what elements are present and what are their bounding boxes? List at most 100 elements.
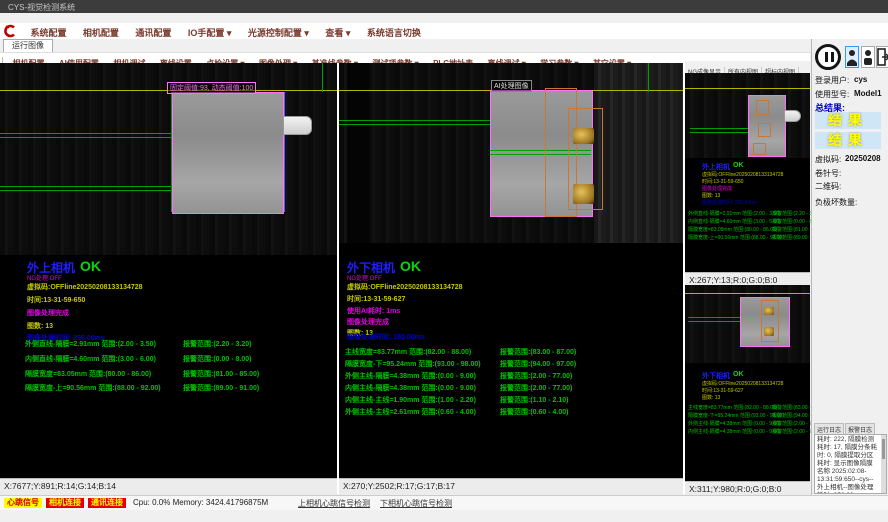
log-scrollbar[interactable]	[881, 435, 886, 493]
mini-measure-row: 隔膜宽度-上=90.56mm 范围:(88.00 - 92.00)	[688, 235, 784, 241]
measurement-row: 内侧主线-隔膜=4.38mm 范围:(0.00 - 9.00)	[345, 383, 476, 393]
measurement-alarm: 报警范围:(2.00 - 77.00)	[500, 383, 572, 393]
measurement-alarm: 报警范围:(2.00 - 77.00)	[500, 371, 572, 381]
mini-measure-row: 内侧直线-隔膜=4.60mm 范围:(3.00 - 6.00)	[688, 219, 781, 225]
measurement-row: 外侧主线-主线=2.61mm 范围:(0.60 - 4.00)	[345, 407, 476, 417]
detected-feature-blob	[573, 128, 594, 144]
middle-time: 时间:13-31-59-627	[347, 294, 405, 304]
mini-top-time: 时间:13-31-59-650	[702, 179, 743, 185]
mini-bottom-title: 外下相机	[702, 371, 730, 381]
result-badge-top: 结果	[815, 112, 881, 129]
login-user-value[interactable]: cys	[854, 75, 867, 84]
ai-detect-box	[756, 100, 769, 115]
mini-bottom-status: OK	[733, 371, 744, 378]
middle-camera-panel[interactable]: AI处理图像 外下相机 OK NG处理:OFF 虚拟码:OFFline20250…	[339, 63, 683, 478]
exit-button[interactable]	[876, 46, 888, 68]
login-user-label: 登录用户:	[815, 75, 849, 86]
status-bar: 心跳信号 相机连接 通讯连接 Cpu: 0.0% Memory: 3424.41…	[0, 495, 888, 510]
measurement-row: 外侧直线-隔膜=2.91mm 范围:(2.00 - 3.50)	[25, 339, 156, 349]
detected-feature-blob	[573, 184, 594, 204]
user-gear-icon	[862, 47, 874, 67]
comm-link-badge: 通讯连接	[88, 498, 126, 508]
mini-top-panel[interactable]: 外上相机 OK 虚拟码:OFFline20250208133134728 时间:…	[685, 73, 810, 272]
scroll-thumb[interactable]	[882, 439, 885, 459]
left-camera-image[interactable]: 固定阈值:93, 动态阈值:100	[0, 63, 337, 255]
mini-measure-row: 主线宽度=83.77mm 范围:(82.00 - 88.00)	[688, 405, 777, 411]
mini-bottom-time: 时间:13-31-59-627	[702, 388, 743, 394]
cpu-memory-text: Cpu: 0.0% Memory: 3424.41796875M	[133, 498, 268, 507]
measurement-alarm: 报警范围:(1.10 - 2.10)	[500, 395, 568, 405]
upper-camera-heartbeat-link[interactable]: 上相机心跳信号检测	[298, 498, 370, 509]
overlay-baseline-yellow	[685, 293, 810, 294]
title-bar: CYS-视觉检测系统	[0, 0, 888, 13]
left-frame-count: 图数: 13	[27, 321, 53, 331]
mini-bottom-barcode: 虚拟码:OFFline20250208133134728	[702, 381, 783, 387]
measurement-row: 隔膜宽度-上=90.56mm 范围:(88.00 - 92.00)	[25, 383, 161, 393]
ai-image-label: AI处理图像	[491, 80, 532, 92]
mini-top-status: OK	[733, 162, 744, 169]
left-pixel-coords: X:7677;Y:891;R:14;G:14;B:14	[4, 481, 116, 491]
middle-ai-line: 使用AI耗时: 1ms	[347, 306, 400, 316]
mini-top-title: 外上相机	[702, 162, 730, 172]
login-user-button[interactable]	[845, 46, 859, 68]
app-logo-icon	[3, 24, 17, 38]
mini-bottom-pixel-coords: X:311;Y:980;R:0;G:0;B:0	[689, 484, 781, 494]
log-box[interactable]: 耗时: 222, 隔膜检测耗时: 17, 隔膜分条耗时: 0, 隔膜提取分区耗时…	[814, 434, 887, 494]
ai-detect-box	[758, 123, 771, 137]
tab-connector-shape	[784, 110, 801, 122]
middle-barcode: 虚拟码:OFFline20250208133134728	[347, 282, 463, 292]
tab-connector-shape	[283, 116, 312, 135]
measurement-alarm: 报警范围:(94.00 - 97.00)	[500, 359, 576, 369]
log-text: 耗时: 222, 隔膜检测耗时: 17, 隔膜分条耗时: 0, 隔膜提取分区耗时…	[817, 436, 879, 494]
middle-ng-line: NG处理:OFF	[347, 273, 382, 282]
mini-bottom-coordinate-bar: X:311;Y:980;R:0;G:0;B:0	[685, 481, 810, 495]
mini-bottom-image[interactable]	[685, 285, 810, 363]
mini-measure-row: 内侧主线-隔膜=4.38mm 范围:(0.00 - 9.00)	[688, 429, 781, 435]
mini-top-process-done: 图像处理完成	[702, 186, 732, 192]
pause-button[interactable]	[815, 44, 841, 70]
middle-camera-image[interactable]: AI处理图像	[339, 63, 683, 243]
tab-run-image[interactable]: 运行图像	[3, 39, 53, 52]
pause-icon	[831, 52, 834, 62]
mini-measure-row: 外侧主线-隔膜=4.38mm 范围:(0.00 - 9.00)	[688, 421, 781, 427]
mini-top-coordinate-bar: X:267;Y:13;R:0;G:0;B:0	[685, 272, 810, 286]
window-title: CYS-视觉检测系统	[8, 2, 75, 13]
mini-measure-row: 隔膜宽度-下=95.24mm 范围:(93.00 - 98.00)	[688, 413, 784, 419]
left-ng-line: NG处理:OFF	[27, 273, 62, 282]
lower-camera-heartbeat-link[interactable]: 下相机心跳信号检测	[380, 498, 452, 509]
overlay-vline-green	[648, 63, 649, 92]
virtual-code-label: 虚拟码:	[815, 154, 841, 165]
mini-top-proc-time: 图像处理时间: 256.00ms	[702, 200, 757, 206]
left-time: 时间:13-31-59-650	[27, 295, 85, 305]
winding-pin-label: 卷针号:	[815, 168, 841, 179]
measurement-row: 内侧主线-主线=1.90mm 范围:(1.00 - 2.20)	[345, 395, 476, 405]
mini-measure-row: 外侧直线-隔膜=2.91mm 范围:(2.00 - 3.50)	[688, 211, 781, 217]
qr-code-label: 二维码:	[815, 181, 841, 192]
logout-door-icon	[877, 47, 888, 67]
left-process-done: 图像处理完成	[27, 308, 69, 318]
mini-top-image[interactable]	[685, 73, 810, 158]
middle-pixel-coords: X:270;Y:2502;R:17;G:17;B:17	[343, 481, 455, 491]
measurement-alarm: 报警范围:(0.00 - 8.00)	[183, 354, 251, 364]
model-value[interactable]: Model1	[854, 89, 882, 98]
measurement-alarm: 报警范围:(2.20 - 3.20)	[183, 339, 251, 349]
measurement-row: 外侧主线-隔膜=4.38mm 范围:(0.00 - 9.00)	[345, 371, 476, 381]
overlay-baseline-yellow	[685, 88, 810, 89]
mini-bottom-panel[interactable]: 外下相机 OK 虚拟码:OFFline20250208133134728 时间:…	[685, 285, 810, 481]
user-switch-button[interactable]	[861, 46, 875, 68]
virtual-code-value: 20250208	[845, 154, 881, 163]
left-camera-panel[interactable]: 固定阈值:93, 动态阈值:100 外上相机 OK NG处理:OFF 虚拟码:O…	[0, 63, 337, 478]
tab-strip: 运行图像	[0, 39, 888, 52]
measurement-alarm: 报警范围:(0.60 - 4.00)	[500, 407, 568, 417]
detected-feature-blob	[764, 307, 774, 315]
middle-process-done: 图像处理完成	[347, 317, 389, 327]
overlay-vline-green	[171, 92, 172, 212]
measurement-row: 主线宽度=83.77mm 范围:(82.00 - 88.00)	[345, 347, 471, 357]
left-coordinate-bar: X:7677;Y:891;R:14;G:14;B:14	[0, 478, 337, 495]
left-barcode: 虚拟码:OFFline20250208133134728	[27, 282, 143, 292]
mini-top-frame-count: 图数: 13	[702, 193, 720, 199]
measurement-row: 隔膜宽度=83.05mm 范围:(80.00 - 86.00)	[25, 369, 151, 379]
measurement-row: 隔膜宽度-下=95.24mm 范围:(93.00 - 98.00)	[345, 359, 481, 369]
middle-proc-time: 图像处理时间: 180.00ms	[347, 332, 425, 342]
negative-bad-count-label: 负极坏数量:	[815, 197, 857, 208]
